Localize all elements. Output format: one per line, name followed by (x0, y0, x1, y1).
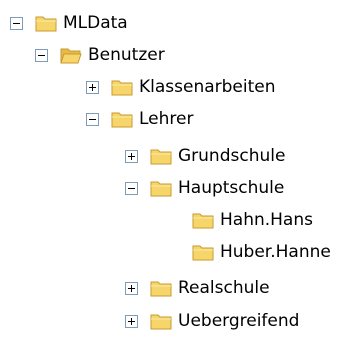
expand-toggle[interactable] (125, 281, 138, 295)
tree-node-lehrer[interactable]: Lehrer (86, 107, 193, 131)
tree-node-benutzer[interactable]: Benutzer (35, 43, 165, 67)
folder-closed-icon (150, 314, 172, 330)
tree-node-label: Hauptschule (178, 178, 285, 198)
collapse-toggle[interactable] (35, 48, 48, 62)
tree-node-label: Huber.Hanne (220, 242, 331, 262)
expand-toggle[interactable] (86, 80, 99, 94)
collapse-toggle[interactable] (10, 16, 23, 30)
tree-node-mldata[interactable]: MLData (10, 11, 128, 35)
expand-toggle[interactable] (125, 314, 138, 328)
folder-closed-icon (35, 16, 57, 32)
tree-node-grundschule[interactable]: Grundschule (125, 144, 285, 168)
folder-closed-icon (111, 112, 133, 128)
tree-node-label: Klassenarbeiten (139, 77, 276, 97)
tree-node-klassenarbeiten[interactable]: Klassenarbeiten (86, 75, 276, 99)
tree-node-hauptschule[interactable]: Hauptschule (125, 176, 284, 200)
expand-toggle[interactable] (125, 149, 138, 163)
tree-node-label: Lehrer (139, 109, 194, 129)
folder-tree: MLData Benutzer Klassenarbeiten Lehrer G… (0, 0, 363, 340)
tree-node-label: Grundschule (178, 146, 286, 166)
collapse-toggle[interactable] (125, 181, 138, 195)
tree-node-huber-hanne[interactable]: Huber.Hanne (192, 240, 331, 264)
tree-node-uebergreifend[interactable]: Uebergreifend (125, 309, 299, 333)
folder-closed-icon (111, 80, 133, 96)
tree-node-hahn-hans[interactable]: Hahn.Hans (192, 208, 313, 232)
tree-node-label: Realschule (178, 278, 270, 298)
tree-node-label: Uebergreifend (178, 311, 300, 331)
tree-node-label: Hahn.Hans (220, 210, 313, 230)
folder-closed-icon (192, 213, 214, 229)
folder-open-icon (60, 48, 82, 64)
tree-node-label: Benutzer (88, 45, 165, 65)
folder-closed-icon (150, 281, 172, 297)
collapse-toggle[interactable] (86, 112, 99, 126)
folder-closed-icon (150, 181, 172, 197)
folder-closed-icon (150, 149, 172, 165)
tree-node-label: MLData (63, 13, 128, 33)
tree-node-realschule[interactable]: Realschule (125, 276, 270, 300)
folder-closed-icon (192, 245, 214, 261)
